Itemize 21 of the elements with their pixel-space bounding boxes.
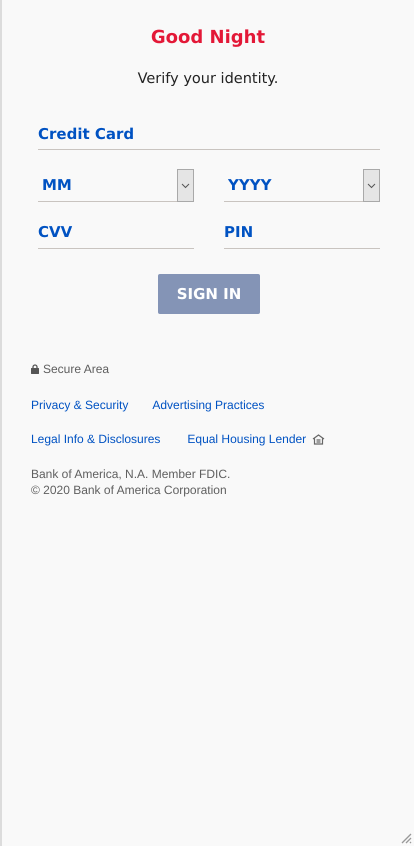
resize-grip-icon[interactable]	[401, 833, 412, 844]
caret-icon	[367, 182, 376, 189]
input-field[interactable]: PIN	[224, 217, 380, 249]
house-icon	[312, 434, 326, 445]
footer-link[interactable]: Advertising Practices	[152, 396, 264, 414]
input-field[interactable]: CVV	[38, 217, 194, 249]
footer-link[interactable]: Equal Housing Lender	[187, 430, 306, 448]
select-field[interactable]: YYYY	[224, 169, 363, 202]
footer-link[interactable]: Privacy & Security	[31, 396, 128, 414]
caret-icon	[181, 182, 190, 189]
dropdown-button[interactable]	[363, 169, 380, 202]
legal-text: © 2020 Bank of America Corporation	[31, 482, 228, 498]
card-number-field[interactable]: Credit Card	[38, 118, 380, 150]
secure-area-label: Secure Area	[43, 361, 110, 378]
legal-text: Bank of America, N.A. Member FDIC.	[31, 466, 232, 482]
greeting-title: Good Night	[150, 26, 266, 50]
subtitle-text: Verify your identity.	[136, 70, 280, 89]
select-field[interactable]: MM	[38, 169, 177, 202]
dropdown-button[interactable]	[177, 169, 194, 202]
lock-icon	[31, 364, 39, 374]
footer-link[interactable]: Legal Info & Disclosures	[31, 430, 160, 448]
